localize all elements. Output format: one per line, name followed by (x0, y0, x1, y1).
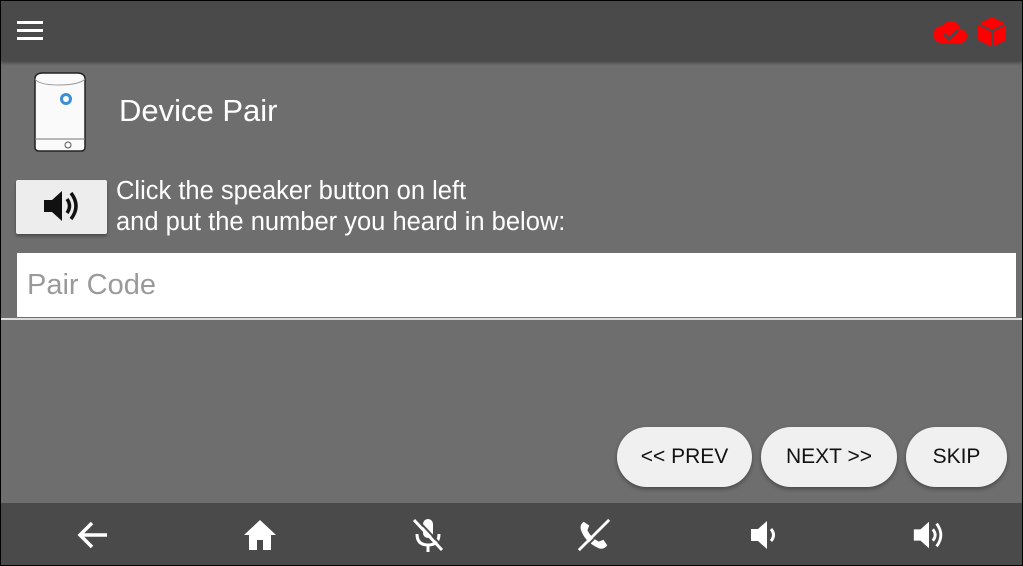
input-underline (1, 318, 1022, 320)
volume-down-icon[interactable] (745, 517, 781, 553)
status-icons (932, 15, 1008, 49)
home-icon[interactable] (242, 517, 278, 553)
prev-button[interactable]: << PREV (617, 427, 752, 487)
call-end-icon[interactable] (576, 517, 612, 553)
play-code-button[interactable] (16, 180, 107, 234)
instruction-text: Click the speaker button on left and put… (116, 176, 565, 238)
top-app-bar (1, 1, 1022, 61)
speaker-volume-icon (40, 186, 84, 229)
device-hub-image (29, 69, 91, 155)
skip-button[interactable]: SKIP (906, 427, 1007, 487)
cube-icon[interactable] (976, 15, 1008, 49)
pair-code-input[interactable] (17, 253, 1016, 317)
instruction-line-2: and put the number you heard in below: (116, 208, 566, 236)
back-arrow-icon[interactable] (75, 517, 111, 553)
hamburger-menu-icon[interactable] (15, 19, 45, 43)
bottom-nav-bar (1, 503, 1022, 565)
page-title: Device Pair (119, 93, 278, 128)
cloud-sync-icon[interactable] (932, 19, 968, 45)
mic-off-icon[interactable] (410, 517, 446, 553)
next-button[interactable]: NEXT >> (761, 427, 897, 487)
app-screen: Device Pair Click the speaker button on … (1, 1, 1022, 565)
instruction-line-1: Click the speaker button on left (116, 177, 467, 205)
volume-up-icon[interactable] (911, 517, 947, 553)
